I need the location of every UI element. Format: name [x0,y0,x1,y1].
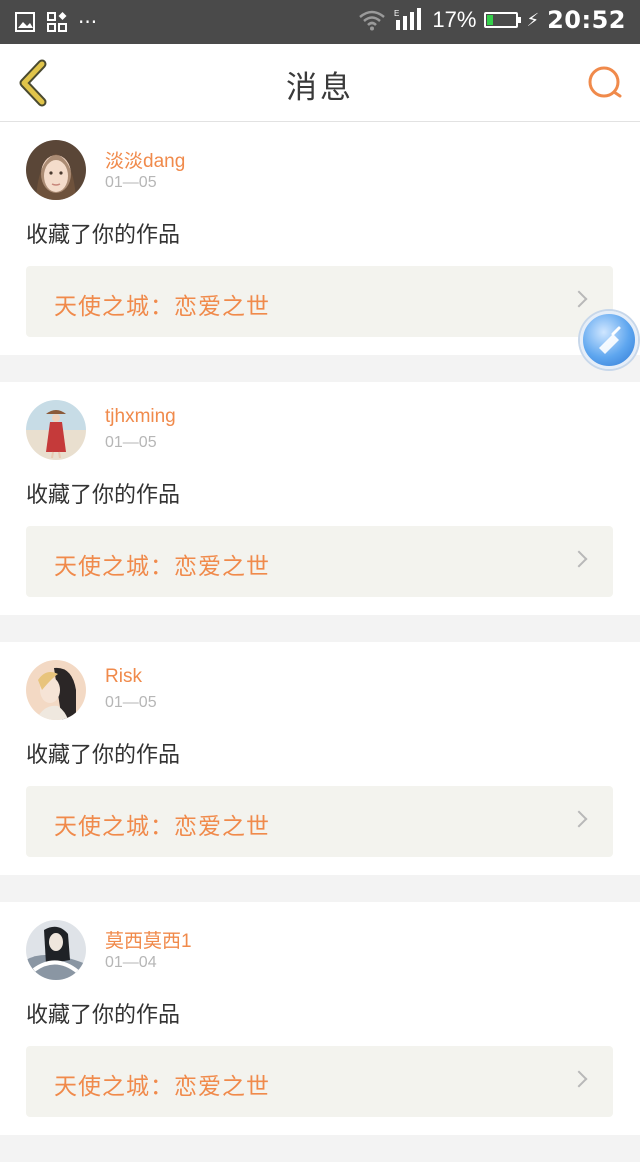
floating-assistant-button[interactable] [580,311,638,369]
image-icon [15,12,35,32]
apps-icon [47,12,67,32]
overflow-dots: ··· [78,10,98,34]
work-title: 天使之城：恋爱之世 [54,294,270,320]
message-list: 淡淡dang 01—05 收藏了你的作品 天使之城：恋爱之世 tjhxming … [0,122,640,1162]
charging-icon: ⚡ [526,9,540,31]
svg-text:E: E [394,9,399,18]
work-link[interactable]: 天使之城：恋爱之世 [26,526,613,597]
action-text: 收藏了你的作品 [26,1003,181,1028]
broom-icon [599,326,621,354]
message-date: 01—04 [105,954,157,971]
username[interactable]: Risk [105,666,142,688]
signal-icon: E [394,8,422,30]
battery-icon [484,12,522,28]
message-date: 01—05 [105,434,157,451]
work-link[interactable]: 天使之城：恋爱之世 [26,266,613,337]
message-card: 莫西莫西1 01—04 收藏了你的作品 天使之城：恋爱之世 [0,902,640,1135]
work-link[interactable]: 天使之城：恋爱之世 [26,786,613,857]
username[interactable]: 淡淡dang [105,146,185,173]
action-text: 收藏了你的作品 [26,483,181,508]
search-button[interactable] [586,64,624,102]
action-text: 收藏了你的作品 [26,743,181,768]
message-date: 01—05 [105,694,157,711]
username[interactable]: 莫西莫西1 [105,926,192,953]
wifi-icon [359,10,386,31]
chevron-right-icon [570,550,588,568]
avatar[interactable] [26,920,86,980]
avatar[interactable] [26,140,86,200]
chevron-right-icon [570,810,588,828]
message-date: 01—05 [105,174,157,191]
avatar[interactable] [26,660,86,720]
chevron-right-icon [570,290,588,308]
work-title: 天使之城：恋爱之世 [54,814,270,840]
app-header: 消息 [0,44,640,122]
status-bar: ··· E 17% ⚡ 20:52 [0,0,640,44]
message-card: 淡淡dang 01—05 收藏了你的作品 天使之城：恋爱之世 [0,122,640,355]
message-card: tjhxming 01—05 收藏了你的作品 天使之城：恋爱之世 [0,382,640,615]
work-title: 天使之城：恋爱之世 [54,554,270,580]
page-title: 消息 [286,70,354,106]
action-text: 收藏了你的作品 [26,223,181,248]
chevron-right-icon [570,1070,588,1088]
search-icon [588,66,622,98]
avatar[interactable] [26,400,86,460]
battery-level-fill [487,15,493,25]
clock: 20:52 [547,6,626,34]
message-card: Risk 01—05 收藏了你的作品 天使之城：恋爱之世 [0,642,640,875]
username[interactable]: tjhxming [105,406,176,428]
status-bar-left: ··· [14,10,97,34]
work-title: 天使之城：恋爱之世 [54,1074,270,1100]
status-bar-right: E 17% ⚡ 20:52 [358,6,626,34]
battery-percent: 17% [432,7,477,32]
work-link[interactable]: 天使之城：恋爱之世 [26,1046,613,1117]
